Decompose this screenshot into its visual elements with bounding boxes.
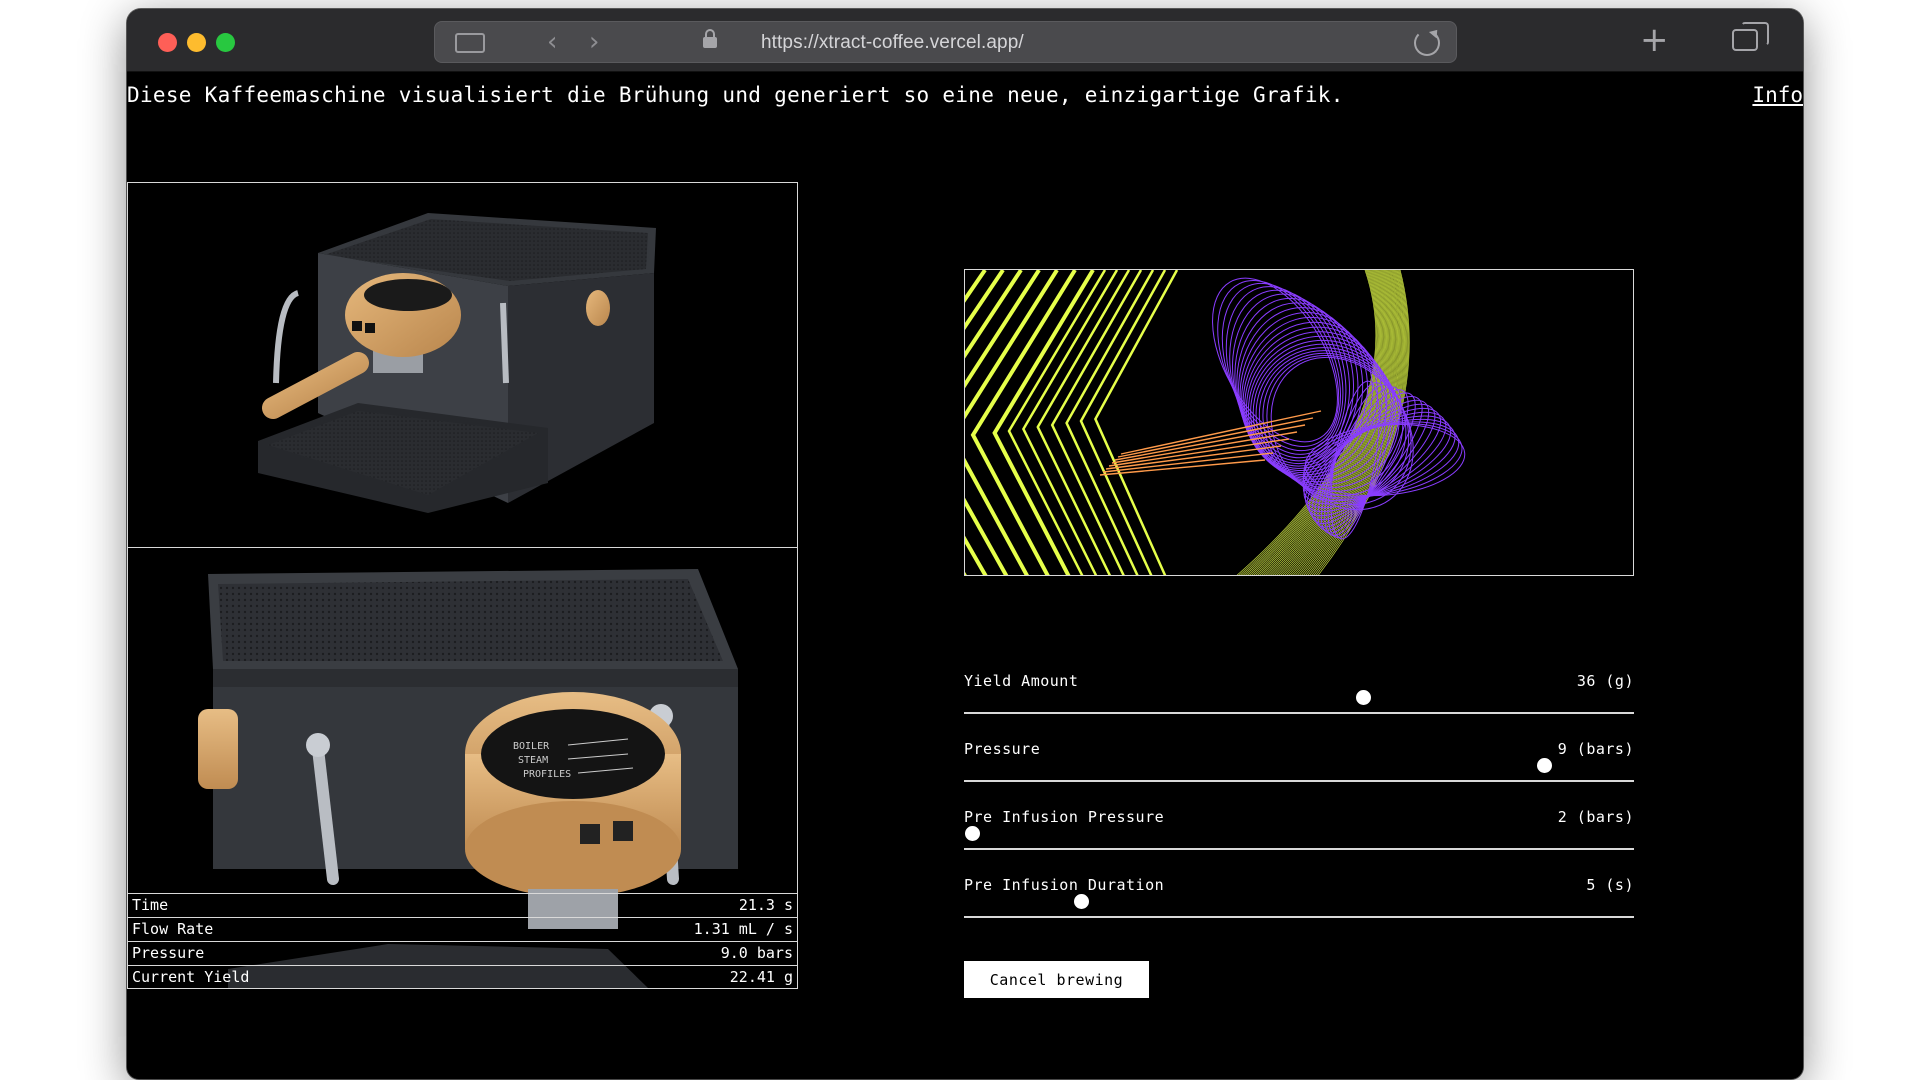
- new-tab-icon[interactable]: +: [1640, 23, 1669, 57]
- slider-track[interactable]: [964, 916, 1634, 918]
- dial-label-boiler: BOILER: [513, 741, 550, 752]
- stat-label: Current Yield: [132, 968, 250, 986]
- stat-row: Pressure 9.0 bars: [128, 941, 797, 965]
- graphic-purple-loop: [1234, 297, 1355, 465]
- page-content: Diese Kaffeemaschine visualisiert die Br…: [127, 72, 1803, 1079]
- brew-graphic: [964, 269, 1634, 576]
- brew-stats: Time 21.3 s Flow Rate 1.31 mL / s Pressu…: [128, 893, 797, 988]
- sidebar-icon[interactable]: [455, 33, 485, 53]
- back-icon[interactable]: ‹: [547, 29, 557, 55]
- graphic-lime-line: [1094, 270, 1179, 575]
- dial-down-button: [580, 824, 600, 844]
- brew-controls: Yield Amount 36 (g) Pressure 9 (bars) Pr…: [964, 672, 1634, 944]
- slider-label: Pre Infusion Pressure: [964, 808, 1165, 826]
- slider-pre-infusion-duration: Pre Infusion Duration 5 (s): [964, 876, 1634, 944]
- stat-label: Time: [132, 896, 169, 914]
- slider-pressure: Pressure 9 (bars): [964, 740, 1634, 808]
- stat-row: Time 21.3 s: [128, 893, 797, 917]
- graphic-lime-line: [965, 270, 1005, 575]
- slider-track[interactable]: [964, 780, 1634, 782]
- stat-value: 22.41 g: [729, 968, 793, 986]
- stat-row: Current Yield 22.41 g: [128, 965, 797, 988]
- stat-label: Flow Rate: [132, 920, 214, 938]
- browser-window: ‹ › https://xtract-coffee.vercel.app/ + …: [127, 9, 1803, 1079]
- slider-label: Pre Infusion Duration: [964, 876, 1165, 894]
- stat-row: Flow Rate 1.31 mL / s: [128, 917, 797, 941]
- generated-graphic: [965, 270, 1466, 575]
- info-link[interactable]: Info: [1752, 83, 1803, 107]
- slider-yield-amount: Yield Amount 36 (g): [964, 672, 1634, 740]
- intro-text: Diese Kaffeemaschine visualisiert die Br…: [127, 83, 1344, 107]
- cancel-brewing-button[interactable]: Cancel brewing: [964, 961, 1149, 998]
- stat-value: 21.3 s: [738, 896, 793, 914]
- address-bar[interactable]: ‹ › https://xtract-coffee.vercel.app/: [434, 21, 1457, 63]
- reload-icon[interactable]: [1414, 30, 1440, 56]
- forward-icon[interactable]: ›: [589, 29, 599, 55]
- tab-overview-icon[interactable]: [1732, 22, 1769, 51]
- slider-track[interactable]: [964, 848, 1634, 850]
- lock-icon: [703, 29, 717, 48]
- machine-view-angled[interactable]: [128, 183, 797, 548]
- slider-value: 5 (s): [1586, 876, 1634, 894]
- slider-thumb[interactable]: [1073, 894, 1089, 909]
- dial-power-button: [613, 821, 633, 841]
- slider-label: Pressure: [964, 740, 1041, 758]
- slider-thumb[interactable]: [1536, 758, 1552, 773]
- browser-toolbar: ‹ › https://xtract-coffee.vercel.app/ +: [127, 9, 1803, 72]
- url-text[interactable]: https://xtract-coffee.vercel.app/: [761, 32, 1024, 54]
- dial-label-steam: STEAM: [518, 755, 548, 766]
- slider-pre-infusion-pressure: Pre Infusion Pressure 2 (bars): [964, 808, 1634, 876]
- slider-thumb[interactable]: [1355, 690, 1371, 705]
- slider-label: Yield Amount: [964, 672, 1079, 690]
- slider-value: 36 (g): [1576, 672, 1634, 690]
- stat-value: 1.31 mL / s: [693, 920, 793, 938]
- slider-value: 9 (bars): [1557, 740, 1634, 758]
- minimize-window-button[interactable]: [187, 33, 206, 52]
- machine-viewer[interactable]: BOILER STEAM PROFILES Time 21.3 s Flow R…: [127, 182, 798, 989]
- slider-value: 2 (bars): [1557, 808, 1634, 826]
- close-window-button[interactable]: [158, 33, 177, 52]
- stat-label: Pressure: [132, 944, 205, 962]
- zoom-window-button[interactable]: [216, 33, 235, 52]
- machine-angled-render: [258, 213, 656, 513]
- slider-thumb[interactable]: [965, 826, 981, 841]
- graphic-orange-strand: [1099, 459, 1266, 476]
- slider-track[interactable]: [964, 712, 1634, 714]
- dial-label-profiles: PROFILES: [523, 769, 571, 780]
- stat-value: 9.0 bars: [720, 944, 793, 962]
